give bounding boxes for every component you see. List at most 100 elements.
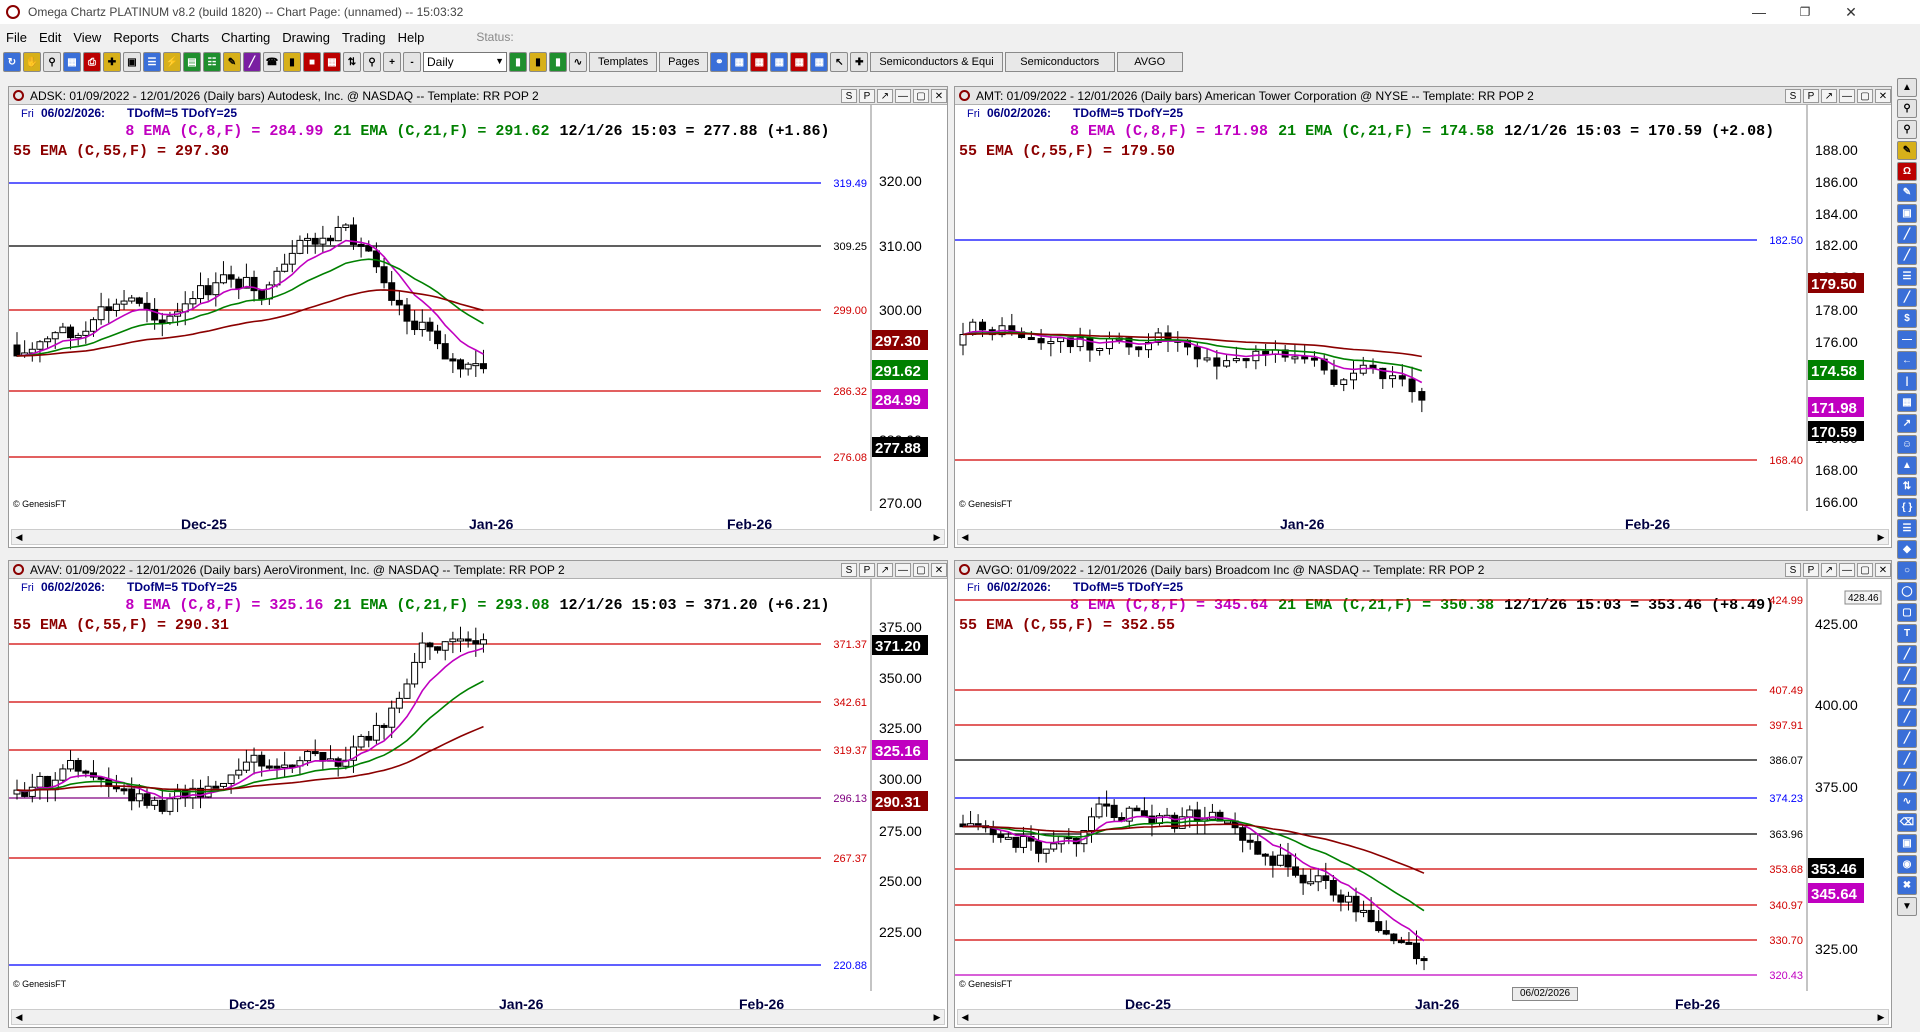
cycle-icon[interactable]: ╱	[1897, 687, 1917, 706]
chart-panel-2[interactable]: AMT: 01/09/2022 - 12/01/2026 (Daily bars…	[954, 86, 1892, 548]
omega-icon[interactable]: Ω	[1897, 162, 1917, 181]
fan-icon[interactable]: ╱	[1897, 771, 1917, 790]
detach-button[interactable]: ↗	[1821, 89, 1837, 103]
menu-help[interactable]: Help	[398, 30, 425, 45]
menu-trading[interactable]: Trading	[342, 30, 386, 45]
s-button[interactable]: S	[841, 89, 857, 103]
scroll-right-icon[interactable]: ▶	[930, 530, 944, 544]
diamond-icon[interactable]: ◆	[1897, 540, 1917, 559]
ray-icon[interactable]: ╱	[1897, 246, 1917, 265]
horizontal-scrollbar[interactable]: ◀ ▶	[957, 1009, 1889, 1025]
bars-icon[interactable]: ▮	[283, 52, 301, 72]
compare-icon[interactable]: ⇅	[343, 52, 361, 72]
page-tab-avgo[interactable]: AVGO	[1116, 52, 1183, 72]
horizontal-scrollbar[interactable]: ◀ ▶	[957, 529, 1889, 545]
menu-reports[interactable]: Reports	[113, 30, 159, 45]
panel-minimize-button[interactable]: —	[1839, 89, 1855, 103]
eye-icon[interactable]: ◉	[1897, 855, 1917, 874]
collapse-icon[interactable]: ▲	[1897, 78, 1917, 97]
stack-icon[interactable]: ▦	[810, 52, 829, 72]
chart-plot[interactable]: Fri 06/02/2026: TDofM=5 TDofY=258 EMA (C,8…	[9, 579, 947, 1011]
chart-plot[interactable]: Fri 06/02/2026: TDofM=5 TDofY=258 EMA (C,8…	[955, 579, 1891, 1011]
channel-icon[interactable]: ╱	[1897, 288, 1917, 307]
ohlc-style-icon[interactable]: ▮	[549, 52, 567, 72]
page-tab-semi-equip[interactable]: Semiconductors & Equi	[870, 52, 1003, 72]
panel-minimize-button[interactable]: —	[1839, 563, 1855, 577]
menu-drawing[interactable]: Drawing	[282, 30, 330, 45]
minus-t-icon[interactable]: -	[403, 52, 421, 72]
split-icon[interactable]: ▦	[750, 52, 769, 72]
cart-icon[interactable]: ☷	[203, 52, 221, 72]
menu-file[interactable]: File	[6, 30, 27, 45]
circle-icon[interactable]: ○	[1897, 561, 1917, 580]
wave-icon[interactable]: ∿	[1897, 792, 1917, 811]
stop-icon[interactable]: ■	[303, 52, 321, 72]
s-button[interactable]: S	[1785, 563, 1801, 577]
lines-icon[interactable]: ☰	[1897, 519, 1917, 538]
p-button[interactable]: P	[1803, 563, 1819, 577]
menu-edit[interactable]: Edit	[39, 30, 61, 45]
scroll-left-icon[interactable]: ◀	[958, 530, 972, 544]
refresh-icon[interactable]: ↻	[3, 52, 21, 72]
save-icon[interactable]: ▣	[1897, 204, 1917, 223]
panel-close-button[interactable]: ✕	[1875, 563, 1891, 577]
zoom-out-icon[interactable]: ⚲	[1897, 120, 1917, 139]
panel-minimize-button[interactable]: —	[895, 89, 911, 103]
panel-close-button[interactable]: ✕	[1875, 89, 1891, 103]
page-tab-semiconductors[interactable]: Semiconductors	[1004, 52, 1115, 72]
arrows-icon[interactable]: ⇅	[1897, 477, 1917, 496]
rect-icon[interactable]: ▢	[1897, 603, 1917, 622]
crosshair-icon[interactable]: ✚	[103, 52, 121, 72]
scanner-icon[interactable]: ▣	[123, 52, 141, 72]
hand-icon[interactable]: ✋	[23, 52, 41, 72]
p-button[interactable]: P	[1803, 89, 1819, 103]
line-icon[interactable]: ╱	[243, 52, 261, 72]
hline-icon[interactable]: —	[1897, 330, 1917, 349]
list-icon[interactable]: ☰	[143, 52, 161, 72]
zoom-icon[interactable]: ⚲	[43, 52, 61, 72]
panel-close-button[interactable]: ✕	[931, 563, 947, 577]
chart-panel-3[interactable]: AVAV: 01/09/2022 - 12/01/2026 (Daily bar…	[8, 560, 948, 1028]
minimize-button[interactable]: —	[1736, 0, 1782, 24]
horizontal-scrollbar[interactable]: ◀ ▶	[11, 1009, 945, 1025]
detach-button[interactable]: ↗	[877, 563, 893, 577]
scroll-right-icon[interactable]: ▶	[930, 1010, 944, 1024]
trash-icon[interactable]: ✖	[1897, 876, 1917, 895]
arc-icon[interactable]: ╱	[1897, 750, 1917, 769]
eraser-icon[interactable]: ⌫	[1897, 813, 1917, 832]
lock-icon[interactable]: ▣	[1897, 834, 1917, 853]
templates-button[interactable]: Templates	[589, 52, 658, 72]
bar-style-icon[interactable]: ▮	[509, 52, 527, 72]
phone-icon[interactable]: ☎	[263, 52, 281, 72]
pen-icon[interactable]: ✎	[1897, 183, 1917, 202]
restore-button[interactable]: ❐	[1782, 0, 1828, 24]
vline-icon[interactable]: |	[1897, 372, 1917, 391]
braces-icon[interactable]: { }	[1897, 498, 1917, 517]
gann-icon[interactable]: ╱	[1897, 645, 1917, 664]
ellipse-icon[interactable]: ◯	[1897, 582, 1917, 601]
text-icon[interactable]: T	[1897, 624, 1917, 643]
s-button[interactable]: S	[1785, 89, 1801, 103]
speed-icon[interactable]: ╱	[1897, 729, 1917, 748]
menu-view[interactable]: View	[73, 30, 101, 45]
scroll-left-icon[interactable]: ◀	[12, 530, 26, 544]
pointer-icon[interactable]: ↖	[830, 52, 849, 72]
p-button[interactable]: P	[859, 563, 875, 577]
arrow-left-icon[interactable]: ←	[1897, 351, 1917, 370]
tile-icon[interactable]: ▦	[770, 52, 789, 72]
print-icon[interactable]: ⎙	[83, 52, 101, 72]
chart-icon[interactable]: ▦	[63, 52, 81, 72]
pitchfork-icon[interactable]: ╱	[1897, 666, 1917, 685]
scroll-left-icon[interactable]: ◀	[12, 1010, 26, 1024]
detach-button[interactable]: ↗	[877, 89, 893, 103]
arrow-up-right-icon[interactable]: ↗	[1897, 414, 1917, 433]
zoom-in-icon[interactable]: ⚲	[1897, 99, 1917, 118]
horizontal-scrollbar[interactable]: ◀ ▶	[11, 529, 945, 545]
pencil-icon[interactable]: ✎	[223, 52, 241, 72]
lightning-icon[interactable]: ⚡	[163, 52, 181, 72]
brush-icon[interactable]: ✎	[1897, 141, 1917, 160]
detach-button[interactable]: ↗	[1821, 563, 1837, 577]
scroll-right-icon[interactable]: ▶	[1874, 530, 1888, 544]
dollar-icon[interactable]: $	[1897, 309, 1917, 328]
p-button[interactable]: P	[859, 89, 875, 103]
